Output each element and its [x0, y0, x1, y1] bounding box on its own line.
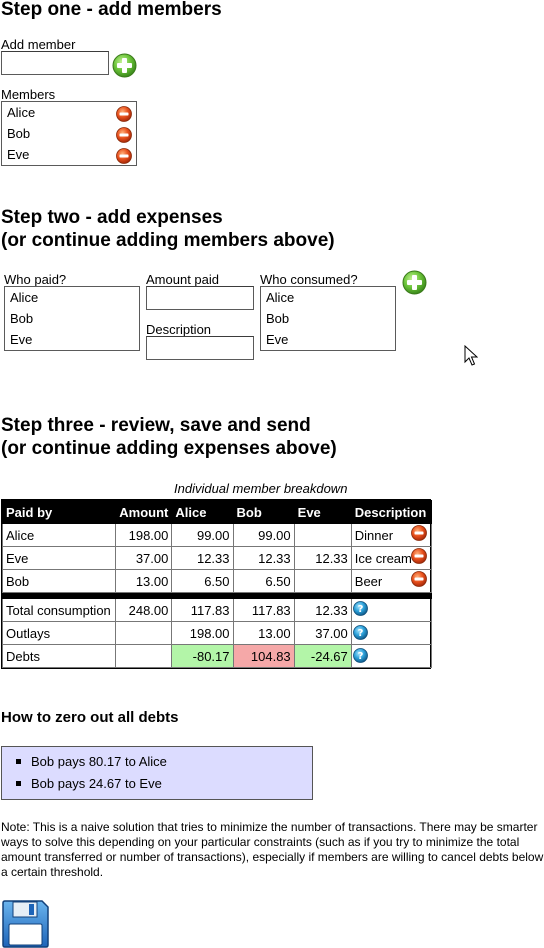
step-three-heading: Step three - review, save and send	[1, 415, 311, 436]
remove-member-minus-icon[interactable]	[116, 127, 132, 143]
column-header: Alice	[171, 500, 234, 524]
total-eve: 12.33	[293, 598, 352, 622]
expense-share-alice: 12.33	[171, 546, 234, 570]
column-header: Amount	[115, 500, 173, 524]
list-bullet	[16, 759, 21, 764]
add-expense-plus-icon[interactable]	[402, 270, 427, 295]
transactions-box: Bob pays 80.17 to Alice Bob pays 24.67 t…	[1, 746, 313, 800]
expense-amount: 13.00	[115, 569, 173, 593]
total-amount	[115, 621, 173, 645]
table-header-row: Paid by Amount Alice Bob Eve Description	[1, 500, 433, 524]
column-header: Bob	[232, 500, 295, 524]
expense-paid-by: Eve	[1, 546, 117, 570]
debt-bob: 104.83	[232, 644, 295, 668]
description-input[interactable]	[146, 336, 254, 360]
total-eve: 37.00	[293, 621, 352, 645]
save-floppy-disk-icon[interactable]	[1, 900, 50, 948]
expense-amount: 37.00	[115, 546, 173, 570]
total-label: Debts	[1, 644, 117, 668]
debt-eve: -24.67	[293, 644, 352, 668]
expense-paid-by: Bob	[1, 569, 117, 593]
svg-text:?: ?	[358, 604, 364, 615]
amount-paid-label: Amount paid	[146, 272, 219, 287]
description-label: Description	[146, 322, 212, 337]
transaction-item: Bob pays 80.17 to Alice	[31, 754, 167, 769]
who-consumed-option[interactable]: Eve	[266, 332, 288, 347]
svg-text:?: ?	[358, 651, 364, 662]
expense-amount: 198.00	[115, 523, 173, 547]
who-paid-option[interactable]: Alice	[10, 290, 38, 305]
step-one-heading: Step one - add members	[1, 0, 222, 20]
who-paid-list[interactable]: Alice Bob Eve	[4, 286, 140, 351]
remove-expense-minus-icon[interactable]	[411, 548, 427, 564]
remove-member-minus-icon[interactable]	[116, 148, 132, 164]
svg-text:?: ?	[358, 628, 364, 639]
list-bullet	[16, 781, 21, 786]
total-alice: 117.83	[171, 598, 234, 622]
expense-share-bob: 99.00	[232, 523, 295, 547]
expense-share-eve	[293, 523, 352, 547]
expense-row: Alice 198.00 99.00 99.00 Dinner	[1, 523, 433, 547]
expenses-table: Paid by Amount Alice Bob Eve Description…	[1, 499, 433, 669]
column-header: Description	[350, 500, 433, 524]
expense-row: Eve 37.00 12.33 12.33 12.33 Ice cream	[1, 546, 433, 570]
total-label: Outlays	[1, 621, 117, 645]
help-question-icon[interactable]: ?	[353, 625, 368, 640]
who-consumed-option[interactable]: Alice	[266, 290, 294, 305]
who-consumed-option[interactable]: Bob	[266, 311, 289, 326]
help-question-icon[interactable]: ?	[353, 601, 368, 616]
remove-expense-minus-icon[interactable]	[411, 571, 427, 587]
expense-share-eve: 12.33	[293, 546, 352, 570]
expense-share-bob: 6.50	[232, 569, 295, 593]
total-amount	[115, 644, 173, 668]
transaction-text: Bob pays 24.67 to Eve	[31, 776, 162, 791]
who-paid-option[interactable]: Eve	[10, 332, 32, 347]
step-three-subheading: (or continue adding expenses above)	[1, 438, 337, 459]
debt-alice: -80.17	[171, 644, 234, 668]
expense-paid-by: Alice	[1, 523, 117, 547]
add-member-label: Add member	[1, 37, 76, 52]
members-label: Members	[1, 87, 56, 102]
mouse-pointer-icon	[464, 345, 478, 366]
remove-expense-minus-icon[interactable]	[411, 525, 427, 541]
who-paid-label: Who paid?	[4, 272, 67, 287]
members-list[interactable]: Alice Bob Eve	[1, 101, 137, 166]
add-member-input[interactable]	[1, 51, 109, 75]
breakdown-caption: Individual member breakdown	[174, 481, 348, 496]
expense-share-eve	[293, 569, 352, 593]
total-bob: 117.83	[232, 598, 295, 622]
column-header: Eve	[293, 500, 352, 524]
amount-paid-input[interactable]	[146, 286, 254, 310]
who-paid-option[interactable]: Bob	[10, 311, 33, 326]
expense-row: Bob 13.00 6.50 6.50 Beer	[1, 569, 433, 593]
who-consumed-list[interactable]: Alice Bob Eve	[260, 286, 396, 351]
who-consumed-label: Who consumed?	[260, 272, 358, 287]
total-label: Total consumption	[1, 598, 117, 622]
note-text: Note: This is a naive solution that trie…	[1, 820, 544, 879]
expense-share-bob: 12.33	[232, 546, 295, 570]
transaction-text: Bob pays 80.17 to Alice	[31, 754, 167, 769]
zero-out-heading: How to zero out all debts	[1, 709, 179, 726]
expense-share-alice: 6.50	[171, 569, 234, 593]
total-amount: 248.00	[115, 598, 173, 622]
transaction-item: Bob pays 24.67 to Eve	[31, 776, 162, 791]
member-item[interactable]: Bob	[7, 126, 30, 141]
step-two-heading: Step two - add expenses	[1, 207, 223, 228]
total-bob: 13.00	[232, 621, 295, 645]
member-item[interactable]: Alice	[7, 105, 35, 120]
add-member-plus-icon[interactable]	[112, 53, 137, 78]
column-header: Paid by	[1, 500, 117, 524]
total-alice: 198.00	[171, 621, 234, 645]
expense-share-alice: 99.00	[171, 523, 234, 547]
help-question-icon[interactable]: ?	[353, 648, 368, 663]
step-two-subheading: (or continue adding members above)	[1, 230, 335, 251]
member-item[interactable]: Eve	[7, 147, 29, 162]
remove-member-minus-icon[interactable]	[116, 106, 132, 122]
